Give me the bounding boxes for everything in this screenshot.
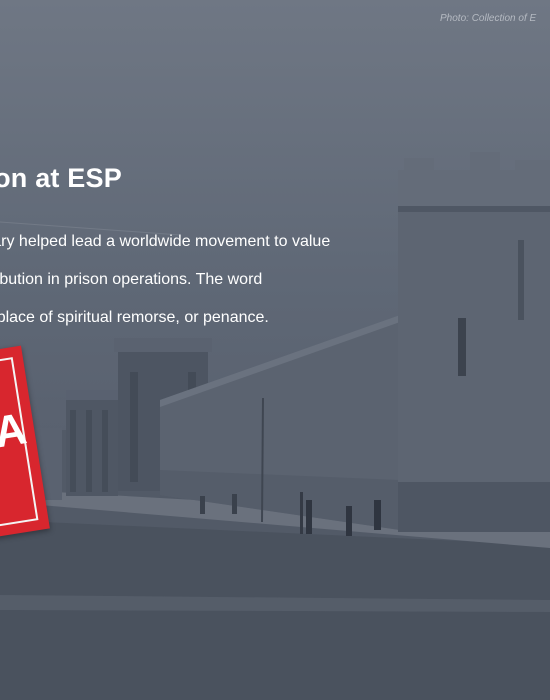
main-tower — [398, 182, 550, 532]
pedestrian — [374, 500, 381, 530]
body-text-line-2: r retribution in prison operations. The … — [0, 271, 263, 288]
pedestrian — [200, 496, 205, 514]
body-text-line-3: ns a place of spiritual remorse, or pena… — [0, 309, 269, 326]
slide-title: ation at ESP — [0, 163, 122, 193]
body-text-line-1: tentiary helped lead a worldwide movemen… — [0, 233, 331, 250]
post — [300, 492, 303, 534]
lamp-post — [261, 397, 264, 523]
pedestrian — [306, 500, 312, 534]
pedestrian — [346, 506, 352, 536]
badge-letter: A — [0, 404, 30, 458]
prison-photo — [0, 152, 550, 700]
pedestrian — [232, 494, 237, 514]
slide: Photo: Collection of E ation at ESP tent… — [0, 0, 550, 700]
photo-credit: Photo: Collection of E — [440, 13, 537, 24]
tower-window — [458, 318, 466, 376]
